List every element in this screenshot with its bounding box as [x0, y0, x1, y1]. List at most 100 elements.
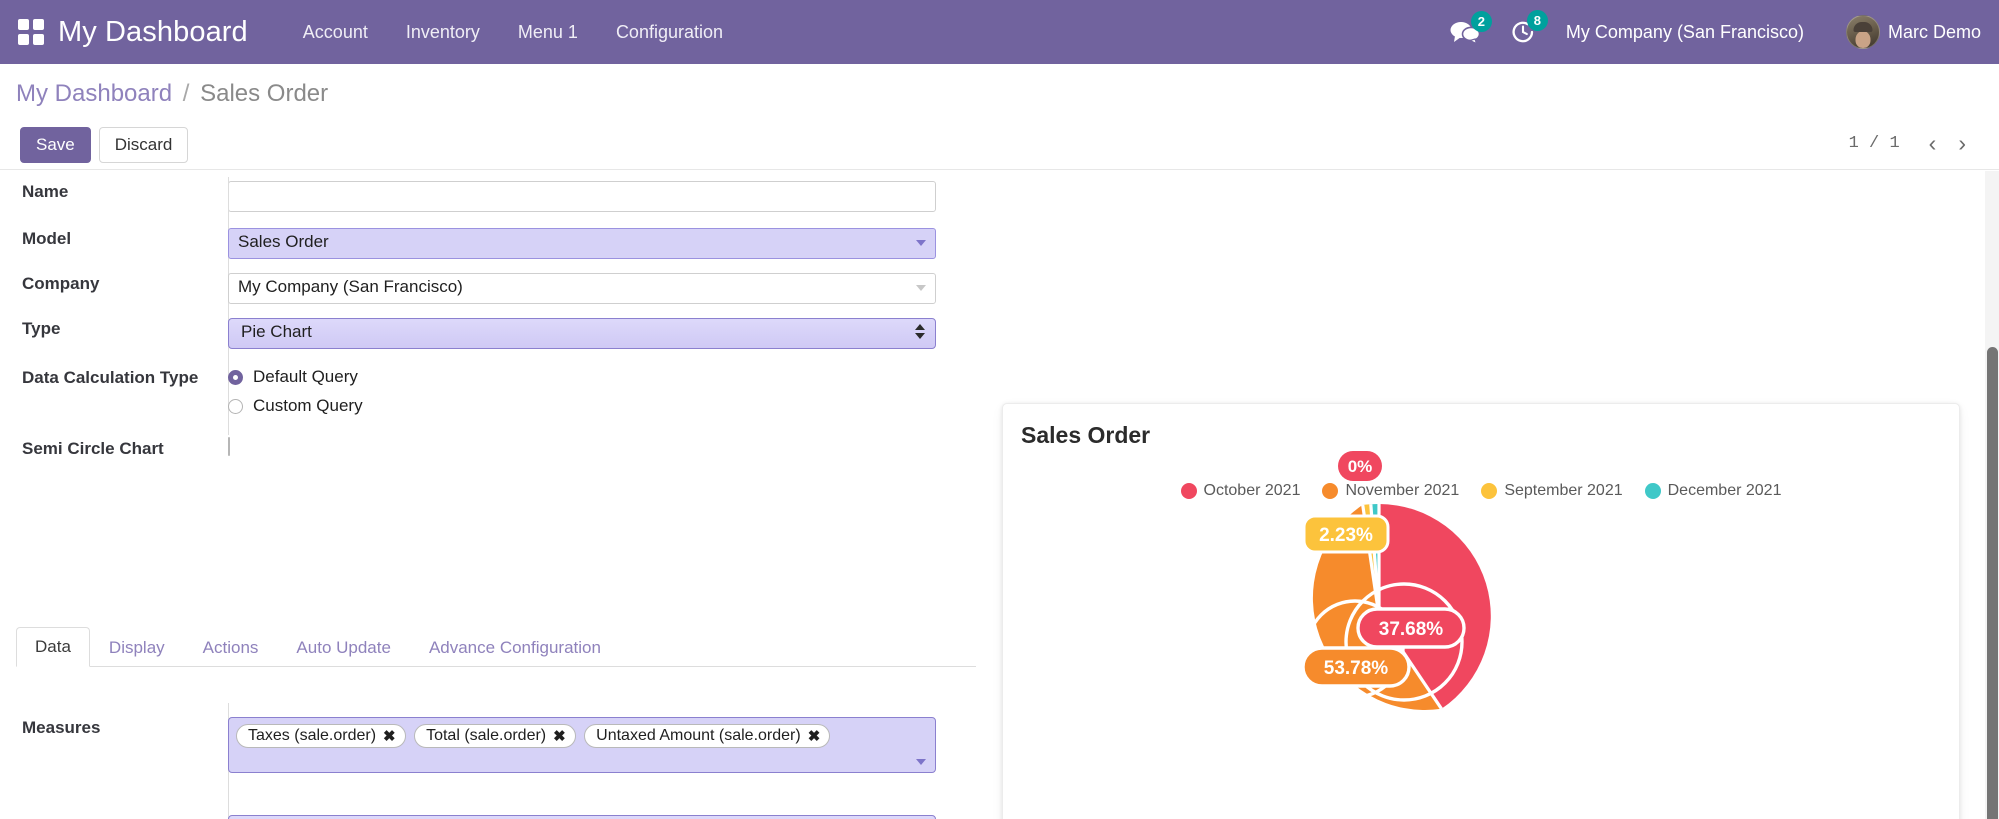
radio-custom-query-indicator[interactable] — [228, 398, 243, 414]
pie-inner-ring-outline — [1305, 582, 1464, 702]
company-switcher[interactable]: My Company (San Francisco) — [1566, 22, 1804, 43]
user-name-label: Marc Demo — [1887, 21, 1981, 42]
menu-item-menu-1[interactable]: Menu 1 — [499, 22, 597, 43]
data-label-bg-december-2021 — [1338, 451, 1382, 481]
apps-grid-square — [33, 19, 44, 30]
navbar-right-cluster: 2 8 My Company (San Francisco) Marc Demo — [1450, 10, 1999, 49]
radio-custom-query[interactable]: Custom Query — [228, 396, 947, 416]
label-measures: Measures — [22, 718, 101, 737]
notebook-tabs: Data Display Actions Auto Update Advance… — [16, 627, 976, 667]
tag-label: Taxes (sale.order) — [248, 727, 377, 744]
pie-slice-december-2021[interactable] — [1370, 503, 1379, 616]
user-menu[interactable]: Marc Demo — [1845, 15, 1981, 49]
chart-title: Sales Order — [1021, 422, 1151, 448]
data-label-december-2021: 0% — [1348, 457, 1373, 476]
tab-data[interactable]: Data — [16, 627, 90, 667]
menu-item-inventory[interactable]: Inventory — [387, 22, 499, 43]
menu-item-configuration[interactable]: Configuration — [597, 22, 742, 43]
pie-slice-separators — [1361, 504, 1443, 710]
tab-display[interactable]: Display — [90, 628, 184, 667]
tag-taxes[interactable]: Taxes (sale.order) ✖ — [236, 724, 406, 748]
label-type: Type — [22, 319, 61, 338]
inner-ring-circle — [1344, 582, 1464, 702]
apps-grid-square — [18, 19, 29, 30]
field-row-model: Model Sales Order — [0, 228, 975, 259]
pie-chart-canvas[interactable]: 0% 2.23% 37.68% 53.78% — [1003, 404, 1961, 819]
field-value-data-calculation-type: Default Query Custom Query — [228, 367, 975, 416]
messages-count-badge: 2 — [1470, 11, 1492, 32]
save-button[interactable]: Save — [20, 127, 91, 163]
pie-slice-november-2021[interactable] — [1312, 504, 1442, 711]
vertical-scrollbar-track[interactable] — [1985, 171, 1999, 819]
tag-label: Total (sale.order) — [426, 727, 547, 744]
avatar — [1845, 15, 1880, 49]
form-group-divider — [228, 177, 229, 435]
radio-default-query-label: Default Query — [253, 367, 358, 386]
field-value-name — [228, 181, 975, 212]
messages-button[interactable]: 2 — [1450, 11, 1492, 44]
form-left-column: Name Model Sales Order Company My Compan… — [0, 171, 975, 460]
legend-item-december-2021[interactable]: December 2021 — [1644, 482, 1781, 500]
data-label-september-2021: 2.23% — [1319, 525, 1373, 546]
model-select[interactable]: Sales Order — [228, 228, 936, 259]
chevron-down-icon[interactable] — [916, 285, 926, 291]
data-label-october-2021: 37.68% — [1379, 619, 1444, 640]
tab-auto-update[interactable]: Auto Update — [277, 628, 410, 667]
data-label-november-2021: 53.78% — [1324, 658, 1389, 679]
radio-default-query[interactable]: Default Query — [228, 367, 947, 387]
select-stepper-icon[interactable] — [915, 324, 925, 339]
field-row-data-calculation-type: Data Calculation Type Default Query Cust… — [0, 367, 975, 416]
label-data-type: Data Type — [16, 815, 228, 819]
tag-total[interactable]: Total (sale.order) ✖ — [414, 724, 576, 748]
apps-grid-icon[interactable] — [18, 19, 44, 45]
inner-ring-circle — [1305, 599, 1405, 699]
tag-remove-icon[interactable]: ✖ — [383, 727, 396, 745]
field-row-type: Type Pie Chart — [0, 318, 975, 349]
discard-button[interactable]: Discard — [98, 127, 189, 163]
app-brand-title[interactable]: My Dashboard — [58, 16, 248, 49]
radio-default-query-indicator[interactable] — [228, 369, 243, 385]
activities-button[interactable]: 8 — [1510, 10, 1548, 45]
pager-previous-icon[interactable]: ‹ — [1918, 132, 1948, 155]
data-type-select[interactable]: Sum — [228, 815, 936, 819]
name-input[interactable] — [228, 181, 936, 212]
company-value: My Company (San Francisco) — [238, 277, 463, 296]
label-name: Name — [22, 182, 69, 201]
pie-outer-ring — [1312, 503, 1491, 711]
field-value-model: Sales Order — [228, 228, 975, 259]
notebook: Data Display Actions Auto Update Advance… — [16, 627, 976, 819]
tab-actions[interactable]: Actions — [184, 628, 278, 667]
company-select[interactable]: My Company (San Francisco) — [228, 273, 936, 304]
breadcrumb: My Dashboard / Sales Order — [16, 80, 328, 108]
vertical-scrollbar-thumb[interactable] — [1987, 347, 1998, 819]
tag-label: Untaxed Amount (sale.order) — [596, 727, 801, 744]
chevron-down-icon[interactable] — [916, 759, 926, 765]
label-semi-circle-chart: Semi Circle Chart — [22, 439, 164, 458]
tag-untaxed-amount[interactable]: Untaxed Amount (sale.order) ✖ — [584, 724, 831, 748]
label-model: Model — [22, 229, 72, 248]
measures-tags-input[interactable]: Taxes (sale.order) ✖ Total (sale.order) … — [228, 717, 936, 773]
semi-circle-chart-checkbox[interactable] — [228, 437, 230, 456]
legend-item-october-2021[interactable]: October 2021 — [1180, 482, 1301, 500]
chart-legend: October 2021 November 2021 September 202… — [1003, 482, 1959, 500]
menu-item-account[interactable]: Account — [284, 22, 387, 43]
pie-slice-september-2021[interactable] — [1362, 504, 1379, 616]
apps-grid-square — [18, 34, 29, 45]
legend-item-november-2021[interactable]: November 2021 — [1322, 482, 1459, 500]
tag-remove-icon[interactable]: ✖ — [553, 727, 566, 745]
legend-item-september-2021[interactable]: September 2021 — [1481, 482, 1623, 500]
breadcrumb-separator: / — [182, 80, 190, 107]
tab-advance-configuration[interactable]: Advance Configuration — [410, 628, 620, 667]
pager-next-icon[interactable]: › — [1947, 132, 1977, 155]
field-row-name: Name — [0, 181, 975, 212]
legend-color-swatch — [1644, 483, 1661, 499]
breadcrumb-root[interactable]: My Dashboard — [16, 80, 172, 107]
form-sheet: Name Model Sales Order Company My Compan… — [0, 171, 1999, 819]
apps-grid-square — [33, 34, 44, 45]
legend-label: October 2021 — [1203, 482, 1301, 499]
tag-remove-icon[interactable]: ✖ — [808, 727, 821, 745]
legend-color-swatch — [1322, 483, 1339, 499]
type-select[interactable]: Pie Chart — [228, 318, 936, 349]
pie-slice-october-2021[interactable] — [1379, 504, 1491, 709]
chevron-down-icon[interactable] — [916, 240, 926, 246]
